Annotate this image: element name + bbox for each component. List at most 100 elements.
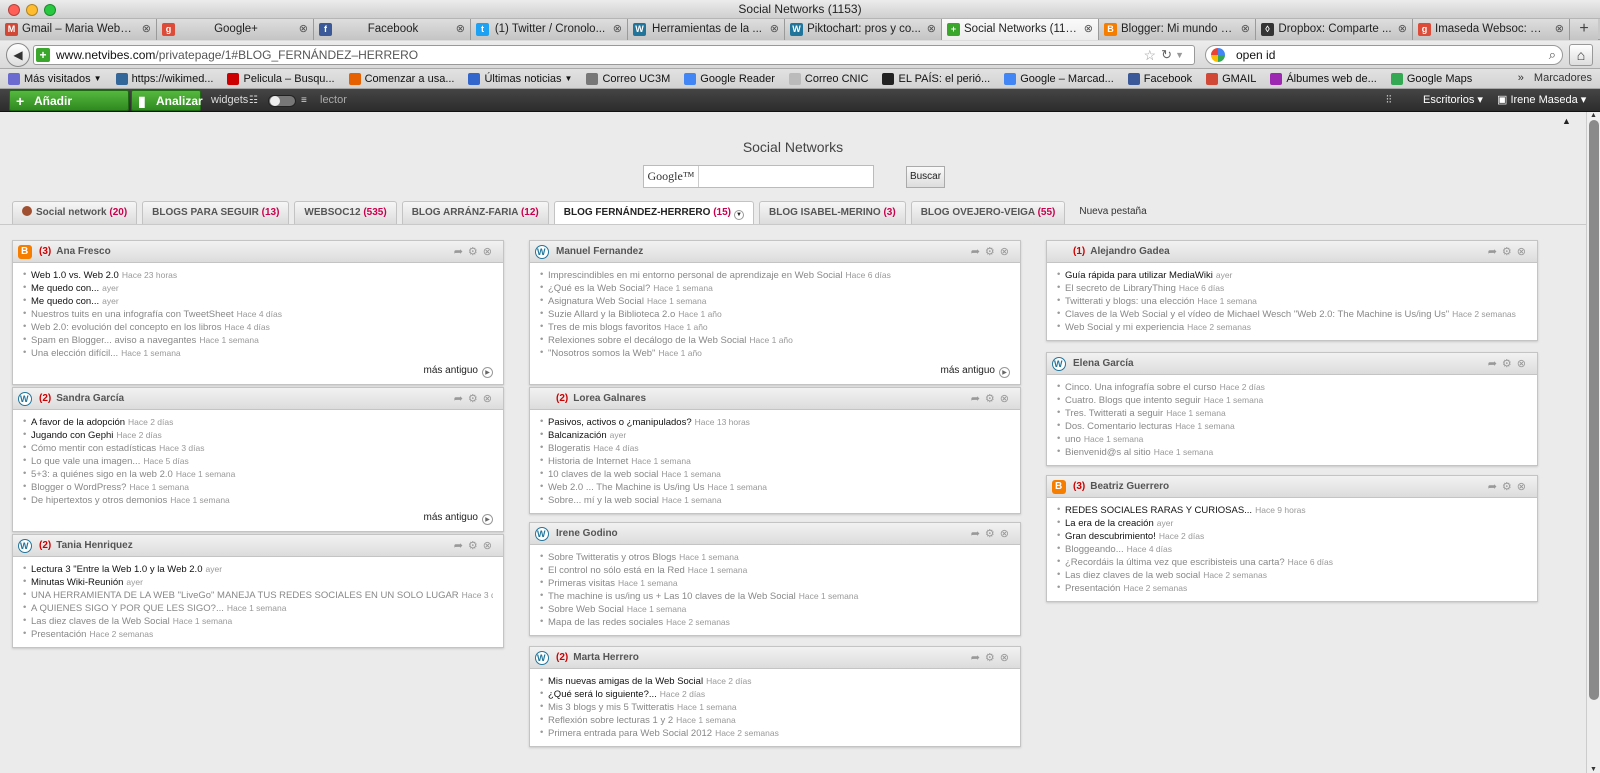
- feed-item[interactable]: Una elección difícil...Hace 1 semana: [23, 347, 493, 360]
- widget-header[interactable]: (1) Alejandro Gadea ➦⚙⊗: [1047, 241, 1537, 263]
- feed-item-title[interactable]: Imprescindibles en mi entorno personal d…: [548, 270, 843, 281]
- url-text[interactable]: www.netvibes.com/privatepage/1#BLOG_FERN…: [56, 46, 418, 64]
- feed-item[interactable]: Sobre Web SocialHace 1 semana: [540, 603, 1010, 616]
- feed-item[interactable]: Suzie Allard y la Biblioteca 2.oHace 1 a…: [540, 308, 1010, 321]
- analyze-button[interactable]: ▮ Analizar: [131, 90, 203, 111]
- add-content-button[interactable]: +Añadir contenido: [9, 90, 129, 129]
- feed-item-title[interactable]: Presentación: [31, 629, 86, 640]
- feed-item[interactable]: Mis nuevas amigas de la Web SocialHace 2…: [540, 675, 1010, 688]
- settings-sliders-icon[interactable]: ⫶⫶: [1386, 89, 1392, 112]
- page-tab[interactable]: BLOG ARRÁNZ-FARIA (12): [401, 201, 549, 224]
- widget-title[interactable]: Tania Henriquez: [56, 540, 133, 551]
- feed-item[interactable]: Minutas Wiki-Reuniónayer: [23, 576, 493, 589]
- bookmark-item[interactable]: Más visitados ▼: [8, 72, 102, 85]
- feed-item[interactable]: Bloggeando...Hace 4 días: [1057, 543, 1527, 556]
- share-icon[interactable]: ➦: [971, 652, 985, 664]
- feed-item[interactable]: REDES SOCIALES RARAS Y CURIOSAS...Hace 9…: [1057, 504, 1527, 517]
- feed-item-title[interactable]: Cómo mentir con estadísticas: [31, 443, 156, 454]
- feed-item[interactable]: PresentaciónHace 2 semanas: [1057, 582, 1527, 595]
- feed-item-title[interactable]: Twitterati y blogs: una elección: [1065, 296, 1194, 307]
- feed-item[interactable]: Me quedo con...ayer: [23, 295, 493, 308]
- close-icon[interactable]: ⊗: [1000, 246, 1014, 258]
- feed-item-title[interactable]: Blogeratis: [548, 443, 590, 454]
- feed-item[interactable]: De hipertextos y otros demoniosHace 1 se…: [23, 494, 493, 507]
- feed-item[interactable]: Web 2.0: evolución del concepto en los l…: [23, 321, 493, 334]
- feed-item-title[interactable]: Las diez claves de la Web Social: [31, 616, 170, 627]
- zoom-window-button[interactable]: [44, 4, 56, 16]
- feed-item-title[interactable]: Bloggeando...: [1065, 544, 1124, 555]
- bookmark-item[interactable]: Álbumes web de...: [1270, 72, 1377, 85]
- feed-item[interactable]: Guía rápida para utilizar MediaWikiayer: [1057, 269, 1527, 282]
- browser-tab[interactable]: t (1) Twitter / Cronolo... ⊗: [471, 19, 628, 40]
- browser-tab[interactable]: W Piktochart: pros y co... ⊗: [785, 19, 942, 40]
- feed-item-title[interactable]: Historia de Internet: [548, 456, 628, 467]
- share-icon[interactable]: ➦: [1488, 358, 1502, 370]
- gear-icon[interactable]: ⚙: [1502, 358, 1517, 370]
- feed-item[interactable]: Jugando con GephiHace 2 días: [23, 429, 493, 442]
- page-tab[interactable]: BLOG OVEJERO-VEIGA (55): [910, 201, 1066, 224]
- feed-item[interactable]: Cinco. Una infografía sobre el cursoHace…: [1057, 381, 1527, 394]
- feed-item-title[interactable]: Las diez claves de la web social: [1065, 570, 1200, 581]
- widget-header[interactable]: (2) Marta Herrero ➦⚙⊗: [530, 647, 1020, 669]
- widget-title[interactable]: Sandra García: [56, 393, 124, 404]
- widget-title[interactable]: Ana Fresco: [56, 246, 110, 257]
- close-tab-icon[interactable]: ⊗: [1084, 19, 1093, 40]
- buscar-button[interactable]: Buscar: [906, 166, 945, 188]
- feed-item-title[interactable]: Una elección difícil...: [31, 348, 118, 359]
- bookmark-item[interactable]: Facebook: [1127, 72, 1192, 85]
- close-icon[interactable]: ⊗: [1517, 358, 1531, 370]
- home-button[interactable]: ⌂: [1569, 44, 1593, 66]
- feed-item[interactable]: Pasivos, activos o ¿manipulados?Hace 13 …: [540, 416, 1010, 429]
- feed-item-title[interactable]: Me quedo con...: [31, 296, 99, 307]
- share-icon[interactable]: ➦: [454, 393, 468, 405]
- close-tab-icon[interactable]: ⊗: [613, 19, 622, 40]
- back-button[interactable]: ◀: [6, 43, 30, 67]
- view-toggle[interactable]: [268, 95, 296, 107]
- widget-title[interactable]: Lorea Galnares: [573, 393, 646, 404]
- feed-item-title[interactable]: The machine is us/ing us + Las 10 claves…: [548, 591, 796, 602]
- feed-item[interactable]: 5+3: a quiénes sigo en la web 2.0Hace 1 …: [23, 468, 493, 481]
- feed-item[interactable]: unoHace 1 semana: [1057, 433, 1527, 446]
- page-tab[interactable]: BLOG FERNÁNDEZ-HERRERO (15) ▼: [553, 201, 754, 225]
- close-tab-icon[interactable]: ⊗: [927, 19, 936, 40]
- bookmark-item[interactable]: Correo UC3M: [586, 72, 670, 85]
- feed-item-title[interactable]: Blogger o WordPress?: [31, 482, 126, 493]
- browser-tab[interactable]: B Blogger: Mi mundo 2... ⊗: [1099, 19, 1256, 40]
- older-items-link[interactable]: más antiguo ▶: [23, 507, 493, 525]
- feed-item[interactable]: Cómo mentir con estadísticasHace 3 días: [23, 442, 493, 455]
- feed-item-title[interactable]: Me quedo con...: [31, 283, 99, 294]
- bookmarks-menu-button[interactable]: Marcadores: [1534, 69, 1592, 88]
- feed-item[interactable]: UNA HERRAMIENTA DE LA WEB "LiveGo" MANEJ…: [23, 589, 493, 602]
- feed-item[interactable]: Mapa de las redes socialesHace 2 semanas: [540, 616, 1010, 629]
- close-tab-icon[interactable]: ⊗: [142, 19, 151, 40]
- feed-item-title[interactable]: Presentación: [1065, 583, 1120, 594]
- scroll-up-icon[interactable]: ▲: [1590, 112, 1597, 119]
- feed-item[interactable]: Gran descubrimiento!Hace 2 días: [1057, 530, 1527, 543]
- scrollbar-thumb[interactable]: [1589, 120, 1599, 700]
- bookmark-item[interactable]: Google Reader: [684, 72, 775, 85]
- feed-item[interactable]: Relexiones sobre el decálogo de la Web S…: [540, 334, 1010, 347]
- bookmark-star-icon[interactable]: ☆: [1143, 46, 1156, 64]
- browser-tab[interactable]: ◊ Dropbox: Comparte ... ⊗: [1256, 19, 1413, 40]
- feed-item[interactable]: "Nosotros somos la Web"Hace 1 año: [540, 347, 1010, 360]
- gear-icon[interactable]: ⚙: [985, 652, 1000, 664]
- close-tab-icon[interactable]: ⊗: [1398, 19, 1407, 40]
- feed-item-title[interactable]: ¿Qué será lo siguiente?...: [548, 689, 657, 700]
- close-tab-icon[interactable]: ⊗: [299, 19, 308, 40]
- feed-item[interactable]: PresentaciónHace 2 semanas: [23, 628, 493, 641]
- widgets-view-icon[interactable]: ☷: [249, 89, 258, 112]
- gear-icon[interactable]: ⚙: [468, 246, 483, 258]
- feed-item-title[interactable]: ¿Qué es la Web Social?: [548, 283, 650, 294]
- feed-item[interactable]: Me quedo con...ayer: [23, 282, 493, 295]
- close-icon[interactable]: ⊗: [483, 393, 497, 405]
- feed-item[interactable]: Sobre Twitteratis y otros BlogsHace 1 se…: [540, 551, 1010, 564]
- widget-header[interactable]: (2) Lorea Galnares ➦⚙⊗: [530, 388, 1020, 410]
- feed-item-title[interactable]: Web 1.0 vs. Web 2.0: [31, 270, 119, 281]
- close-window-button[interactable]: [8, 4, 20, 16]
- tab-options-icon[interactable]: ▼: [734, 210, 744, 220]
- feed-item-title[interactable]: Primeras visitas: [548, 578, 615, 589]
- feed-item-title[interactable]: Sobre Twitteratis y otros Blogs: [548, 552, 676, 563]
- widget-header[interactable]: Elena García ➦⚙⊗: [1047, 353, 1537, 375]
- search-bar[interactable]: open id ⌕: [1205, 45, 1563, 65]
- desktops-menu[interactable]: Escritorios ▾: [1423, 89, 1483, 112]
